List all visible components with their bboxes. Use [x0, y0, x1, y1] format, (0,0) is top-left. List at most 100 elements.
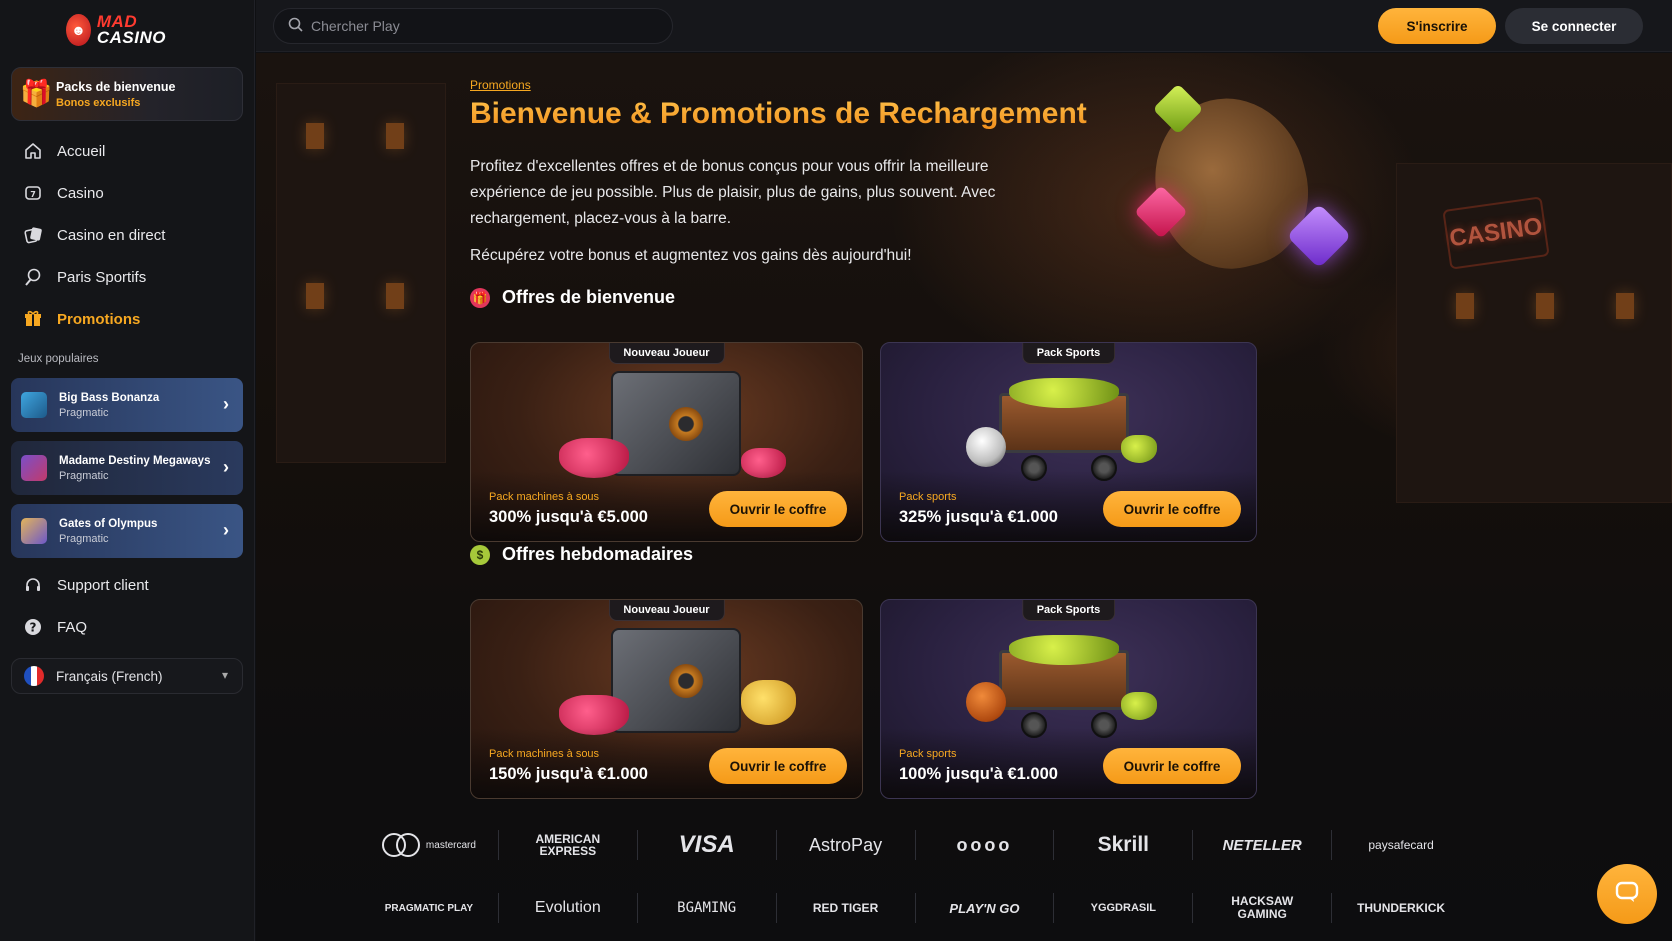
welcome-pack-banner[interactable]: 🎁 Packs de bienvenue Bonos exclusifs — [11, 67, 243, 121]
yggdrasil-logo: YGGDRASIL — [1054, 893, 1194, 923]
evolution-logo: Evolution — [499, 893, 638, 923]
playngo-logo: PLAY'N GO — [916, 893, 1055, 923]
gift-icon: 🎁 — [470, 287, 490, 308]
payment-methods-row: mastercard AMERICAN EXPRESS VISA AstroPa… — [360, 825, 1470, 865]
background-window — [386, 283, 404, 309]
offer-value: 325% jusqu'à €1.000 — [899, 508, 1058, 526]
search-icon — [288, 17, 303, 35]
search-input[interactable] — [311, 18, 631, 34]
language-label: Français (French) — [56, 668, 163, 684]
visa-logo: VISA — [638, 830, 777, 860]
section-title: Offres hebdomadaires — [502, 544, 694, 564]
green-gems-illustration — [1121, 435, 1157, 463]
open-chest-button[interactable]: Ouvrir le coffre — [709, 748, 847, 784]
game-item-madame-destiny[interactable]: Madame Destiny Megaways Pragmatic › — [11, 441, 243, 495]
page-title: Bienvenue & Promotions de Rechargement — [470, 97, 1170, 131]
offer-card-weekly-sports[interactable]: Pack Sports Pack sports 100% jusqu'à €1.… — [880, 599, 1257, 799]
welcome-offers-heading: 🎁 Offres de bienvenue — [470, 287, 675, 308]
sidebar-item-label: Accueil — [57, 142, 106, 160]
offer-tag: Pack Sports — [1021, 600, 1116, 621]
offer-tag: Nouveau Joueur — [608, 600, 725, 621]
payment-label: VISA — [678, 831, 735, 858]
offer-subtitle: Pack sports — [899, 491, 957, 503]
home-icon — [23, 141, 43, 161]
chevron-down-icon: ▾ — [221, 668, 228, 682]
soccer-ball-illustration — [966, 427, 1006, 467]
sidebar-item-casino[interactable]: 7 Casino — [11, 172, 243, 214]
provider-label: RED TIGER — [812, 901, 879, 915]
neteller-logo: NETELLER — [1193, 830, 1333, 860]
safe-dial — [669, 407, 703, 441]
welcome-pack-subtitle: Bonos exclusifs — [56, 96, 141, 109]
search-bar[interactable] — [273, 8, 673, 44]
gold-bars-illustration — [741, 680, 796, 725]
background-window — [1616, 293, 1634, 319]
background-window — [386, 123, 404, 149]
payment-label: Skrill — [1097, 833, 1149, 856]
sidebar-item-home[interactable]: Accueil — [11, 130, 243, 172]
logo-mascot-icon: ☻ — [66, 14, 91, 46]
open-chest-button[interactable]: Ouvrir le coffre — [1103, 491, 1241, 527]
login-button[interactable]: Se connecter — [1505, 8, 1643, 44]
payment-label: AstroPay — [809, 834, 883, 855]
background-building-left — [276, 83, 446, 463]
provider-label: HACKSAW GAMING — [1231, 894, 1294, 921]
sidebar-item-label: Casino en direct — [57, 226, 166, 244]
logo[interactable]: ☻ MAD CASINO — [66, 10, 166, 50]
bgaming-logo: BGAMING — [638, 893, 777, 923]
signup-button[interactable]: S'inscrire — [1378, 8, 1496, 44]
sidebar-item-promotions[interactable]: Promotions — [11, 298, 243, 340]
game-provider: Pragmatic — [59, 469, 109, 482]
skrill-logo: Skrill — [1054, 830, 1194, 860]
popular-games-label: Jeux populaires — [18, 353, 99, 365]
sidebar-item-faq[interactable]: ? FAQ — [11, 606, 243, 648]
green-gems-illustration — [1121, 692, 1157, 720]
sidebar-item-label: Paris Sportifs — [57, 268, 147, 286]
sidebar-secondary-nav: Support client ? FAQ — [11, 564, 243, 648]
breadcrumb[interactable]: Promotions — [470, 78, 531, 92]
top-bar: S'inscrire Se connecter — [256, 0, 1672, 52]
game-title: Gates of Olympus — [59, 517, 158, 530]
sidebar-item-label: FAQ — [57, 618, 88, 636]
chevron-right-icon: › — [223, 520, 229, 540]
offer-subtitle: Pack machines à sous — [489, 491, 600, 503]
game-thumbnail — [21, 455, 47, 481]
provider-label: THUNDERKICK — [1357, 901, 1446, 915]
france-flag-icon — [24, 666, 44, 686]
casino-icon: 7 — [23, 183, 43, 203]
live-chat-button[interactable] — [1597, 864, 1657, 924]
oooo-logo: oooo — [916, 830, 1055, 860]
offer-card-welcome-slots[interactable]: Nouveau Joueur Pack machines à sous 300%… — [470, 342, 863, 542]
sidebar-item-support[interactable]: Support client — [11, 564, 243, 606]
astropay-logo: AstroPay — [777, 830, 916, 860]
safe-dial — [669, 664, 703, 698]
provider-label: Evolution — [534, 899, 601, 916]
chevron-right-icon: › — [223, 394, 229, 414]
offer-card-weekly-slots[interactable]: Nouveau Joueur Pack machines à sous 150%… — [470, 599, 863, 799]
background-window — [1536, 293, 1554, 319]
safe-illustration — [611, 628, 741, 733]
open-chest-button[interactable]: Ouvrir le coffre — [709, 491, 847, 527]
logo-casino: CASINO — [96, 28, 166, 47]
welcome-pack-title: Packs de bienvenue — [56, 79, 176, 94]
mastercard-circles-icon — [381, 833, 420, 857]
language-selector[interactable]: Français (French) ▾ — [11, 658, 243, 694]
offer-value: 100% jusqu'à €1.000 — [899, 765, 1058, 783]
background-window — [1456, 293, 1474, 319]
gift-box-icon: 🎁 — [20, 78, 53, 108]
sidebar-item-live-casino[interactable]: Casino en direct — [11, 214, 243, 256]
sidebar-item-label: Support client — [57, 576, 149, 594]
open-chest-button[interactable]: Ouvrir le coffre — [1103, 748, 1241, 784]
red-tiger-logo: RED TIGER — [777, 893, 916, 923]
svg-text:7: 7 — [30, 190, 36, 199]
green-gems-illustration — [1009, 635, 1119, 665]
question-icon: ? — [23, 617, 43, 637]
amex-logo: AMERICAN EXPRESS — [499, 830, 638, 860]
game-item-gates-of-olympus[interactable]: Gates of Olympus Pragmatic › — [11, 504, 243, 558]
game-item-big-bass-bonanza[interactable]: Big Bass Bonanza Pragmatic › — [11, 378, 243, 432]
sidebar-item-sports[interactable]: Paris Sportifs — [11, 256, 243, 298]
hacksaw-logo: HACKSAW GAMING — [1193, 893, 1333, 923]
offer-card-welcome-sports[interactable]: Pack Sports Pack sports 325% jusqu'à €1.… — [880, 342, 1257, 542]
provider-label: PRAGMATIC PLAY — [384, 902, 474, 914]
background-window — [306, 283, 324, 309]
